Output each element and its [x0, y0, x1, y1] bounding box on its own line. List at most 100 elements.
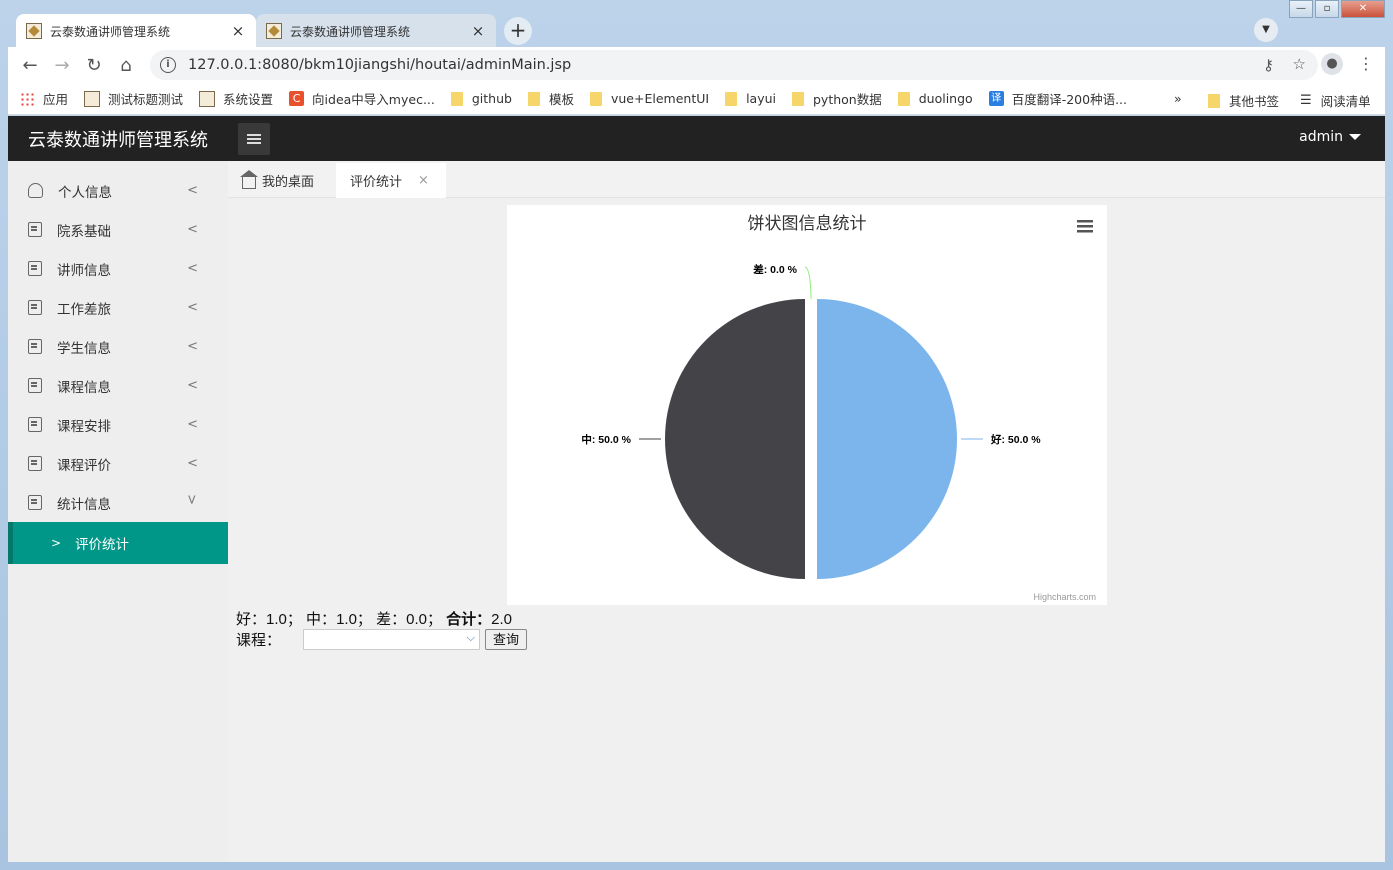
address-bar[interactable]: i 127.0.0.1:8080/bkm10jiangshi/houtai/ad…	[150, 50, 1318, 80]
tab-search-button[interactable]: ▼	[1254, 18, 1278, 42]
tab-evaluation-stats[interactable]: 评价统计 ×	[336, 163, 446, 198]
bookmark-folder[interactable]: duolingo	[897, 91, 973, 106]
document-icon	[28, 456, 42, 471]
close-tab-icon[interactable]: ×	[470, 22, 486, 40]
bookmark-label: 测试标题测试	[108, 92, 184, 107]
page-tab-bar: 我的桌面 评价统计 ×	[228, 161, 1385, 198]
app-header: 云泰数通讲师管理系统 admin	[8, 116, 1385, 161]
bookmark-folder[interactable]: github	[450, 91, 512, 106]
reading-list[interactable]: ☰ 阅读清单	[1300, 91, 1371, 110]
bookmarks-overflow-button[interactable]: »	[1174, 91, 1182, 106]
bookmark-label: layui	[746, 91, 776, 106]
sidebar-item-student[interactable]: 学生信息 <	[8, 327, 228, 366]
back-arrow-icon[interactable]: ←	[14, 55, 46, 76]
chevron-down-icon: <	[185, 494, 201, 505]
hamburger-icon-line	[247, 142, 261, 144]
more-menu-icon[interactable]: ⋮	[1358, 54, 1374, 73]
new-tab-button[interactable]: +	[504, 17, 532, 45]
bookmark-item[interactable]: 测试标题测试	[84, 89, 183, 108]
close-icon[interactable]: ×	[418, 173, 429, 188]
home-icon[interactable]: ⌂	[110, 55, 142, 76]
sidebar-item-statistics[interactable]: 统计信息 <	[8, 483, 228, 522]
mid-value: 1.0；	[336, 611, 372, 628]
bookmark-item[interactable]: 译百度翻译-200种语...	[988, 89, 1127, 108]
document-icon	[28, 417, 42, 432]
folder-icon	[725, 91, 738, 106]
bookmark-item[interactable]: C 向idea中导入myec...	[289, 89, 435, 108]
close-tab-icon[interactable]: ×	[230, 22, 246, 40]
chart-credits[interactable]: Highcharts.com	[1033, 592, 1096, 602]
forward-arrow-icon[interactable]: →	[46, 55, 78, 76]
chevron-right-icon: >	[51, 536, 62, 550]
chevron-left-icon: <	[187, 261, 198, 276]
folder-icon	[589, 91, 602, 106]
chevron-left-icon: <	[187, 417, 198, 432]
user-menu[interactable]: admin	[1299, 129, 1361, 145]
bookmark-label: duolingo	[918, 91, 973, 106]
sidebar-item-travel[interactable]: 工作差旅 <	[8, 288, 228, 327]
sidebar-item-evaluation[interactable]: 课程评价 <	[8, 444, 228, 483]
hamburger-icon-line	[247, 138, 261, 140]
chart-title: 饼状图信息统计	[748, 214, 867, 233]
tab-title: 云泰数通讲师管理系统	[290, 24, 411, 39]
browser-tab-inactive[interactable]: 云泰数通讲师管理系统 ×	[256, 14, 496, 48]
query-form: 课程： ⌵ 查询	[236, 629, 528, 650]
site-favicon-icon	[199, 90, 216, 107]
site-info-icon[interactable]: i	[160, 57, 176, 73]
sidebar-item-department[interactable]: 院系基础 <	[8, 210, 228, 249]
bad-value: 0.0；	[406, 611, 442, 628]
browser-tab-active[interactable]: 云泰数通讲师管理系统 ×	[16, 14, 256, 48]
tab-label: 评价统计	[350, 175, 403, 190]
username: admin	[1299, 129, 1343, 145]
bookmark-item[interactable]: 系统设置	[199, 89, 273, 108]
profile-avatar-icon[interactable]: ●	[1321, 53, 1343, 75]
sidebar-item-label: 工作差旅	[57, 301, 111, 318]
key-icon[interactable]: ⚷	[1263, 56, 1274, 74]
bookmark-label: 系统设置	[223, 92, 274, 107]
tab-title: 云泰数通讲师管理系统	[50, 24, 171, 39]
pie-slice-中[interactable]	[665, 299, 805, 579]
sidebar-item-personal-info[interactable]: 个人信息 <	[8, 171, 228, 210]
pie-slice-好[interactable]	[817, 299, 957, 579]
caret-down-icon	[1349, 134, 1361, 140]
chevron-left-icon: <	[187, 222, 198, 237]
minimize-button[interactable]: —	[1289, 0, 1313, 18]
reload-icon[interactable]: ↻	[78, 55, 110, 76]
bookmark-label: 应用	[43, 92, 69, 107]
hamburger-icon[interactable]	[1077, 220, 1093, 233]
bookmark-folder[interactable]: layui	[725, 91, 776, 106]
pie-slices: 好: 50.0 % 差: 0.0 % 中: 50.0 %	[581, 263, 1041, 579]
other-bookmarks[interactable]: 其他书签	[1208, 91, 1279, 110]
site-favicon-icon	[26, 23, 42, 39]
data-label-差: 差: 0.0 %	[753, 263, 797, 276]
sidebar-subitem-evaluation-stats[interactable]: > 评价统计	[8, 522, 228, 564]
bookmark-label: 百度翻译-200种语...	[1011, 92, 1127, 107]
total-value: 2.0	[491, 611, 513, 628]
sidebar-item-label: 课程安排	[57, 418, 111, 435]
course-select[interactable]: ⌵	[303, 629, 481, 650]
menu-toggle-button[interactable]	[238, 123, 270, 155]
sidebar-item-course[interactable]: 课程信息 <	[8, 366, 228, 405]
browser-window: 云泰数通讲师管理系统 × 云泰数通讲师管理系统 × + ▼ — ▫ ✕ ← → …	[0, 0, 1393, 870]
tab-my-desktop[interactable]: 我的桌面	[228, 163, 328, 198]
sidebar-item-lecturer[interactable]: 讲师信息 <	[8, 249, 228, 288]
bookmark-folder[interactable]: python数据	[792, 89, 882, 108]
summary-line: 好：1.0； 中：1.0； 差：0.0； 合计：2.0	[236, 608, 512, 629]
query-button[interactable]: 查询	[485, 629, 528, 650]
other-bookmarks-label: 其他书签	[1229, 94, 1280, 109]
folder-icon	[897, 91, 910, 106]
bookmark-star-icon[interactable]: ☆	[1293, 55, 1306, 73]
sidebar-item-schedule[interactable]: 课程安排 <	[8, 405, 228, 444]
window-controls: — ▫ ✕	[1287, 0, 1385, 18]
maximize-button[interactable]: ▫	[1315, 0, 1339, 18]
bookmark-folder[interactable]: 模板	[527, 89, 574, 108]
close-window-button[interactable]: ✕	[1341, 0, 1385, 18]
user-icon	[28, 183, 43, 198]
chevron-left-icon: <	[187, 378, 198, 393]
document-icon	[28, 495, 42, 510]
sidebar-item-label: 课程信息	[57, 379, 111, 396]
good-label: 好：	[236, 611, 267, 628]
bookmark-folder[interactable]: vue+ElementUI	[589, 91, 709, 106]
bookmark-label: 模板	[548, 92, 574, 107]
bookmark-apps[interactable]: 应用	[20, 89, 68, 108]
